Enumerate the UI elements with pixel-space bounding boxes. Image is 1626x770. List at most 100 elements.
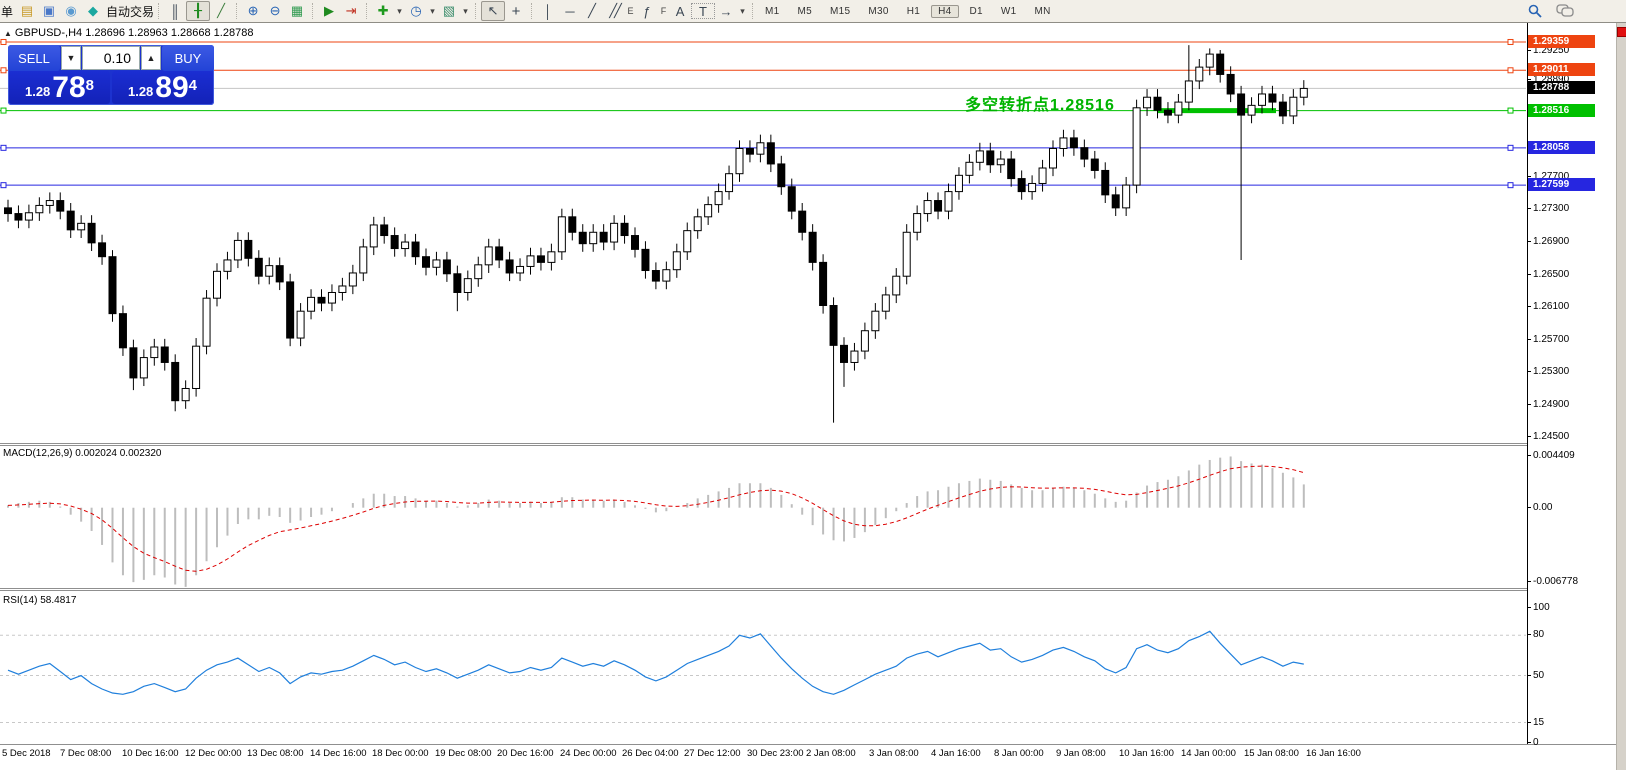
separator xyxy=(312,3,314,19)
pane-divider[interactable] xyxy=(0,443,1616,444)
separator xyxy=(752,3,754,19)
timeframe-w1[interactable]: W1 xyxy=(994,5,1024,18)
time-label: 10 Jan 16:00 xyxy=(1119,748,1174,759)
templates-icon[interactable]: ▧ xyxy=(438,2,460,20)
channel-sub-label: E xyxy=(625,2,636,20)
buy-price-sup: 4 xyxy=(189,71,197,101)
zoom-in-icon[interactable]: ⊕ xyxy=(242,2,264,20)
chart-title: ▲GBPUSD-,H4 1.28696 1.28963 1.28668 1.28… xyxy=(4,27,253,39)
time-label: 14 Jan 00:00 xyxy=(1181,748,1236,759)
time-label: 5 Dec 2018 xyxy=(2,748,51,759)
arrows-icon[interactable]: → xyxy=(715,2,737,20)
buy-button[interactable]: BUY xyxy=(162,45,214,71)
fibonacci-icon[interactable]: ƒ xyxy=(636,2,658,20)
line-chart-icon[interactable]: ╱ xyxy=(210,2,232,20)
auto-scroll-icon[interactable]: ▶ xyxy=(318,2,340,20)
sell-button[interactable]: SELL xyxy=(8,45,60,71)
volume-down-button[interactable]: ▼ xyxy=(61,46,81,70)
channel-icon[interactable]: ╱╱ xyxy=(603,2,625,20)
time-label: 15 Jan 08:00 xyxy=(1244,748,1299,759)
timeframe-h1[interactable]: H1 xyxy=(900,5,927,18)
separator xyxy=(531,3,533,19)
time-label: 19 Dec 08:00 xyxy=(435,748,492,759)
auto-trading-icon[interactable]: ◆ xyxy=(82,2,104,20)
timeframe-m1[interactable]: M1 xyxy=(758,5,787,18)
menu-fragment[interactable]: 单 xyxy=(0,3,16,20)
bar-chart-icon[interactable]: ║ xyxy=(164,2,186,20)
pane-divider[interactable] xyxy=(0,588,1616,589)
add-indicator-dropdown-icon[interactable]: ▾ xyxy=(394,2,405,20)
price-tick: 1.26500 xyxy=(1533,269,1569,280)
horizontal-line-icon[interactable]: ─ xyxy=(559,2,581,20)
rsi-label: RSI(14) 58.4817 xyxy=(3,595,76,606)
price-axis[interactable]: 1.292501.288901.277001.273001.269001.265… xyxy=(1527,23,1617,744)
templates-dropdown-icon[interactable]: ▾ xyxy=(460,2,471,20)
toolbar: 单 ▤ ▣ ◉ ◆ 自动交易 ║ ╂ ╱ ⊕ ⊖ ▦ ▶ ⇥ ✚ ▾ ◷ ▾ ▧… xyxy=(0,0,1626,23)
text-icon[interactable]: A xyxy=(669,2,691,20)
macd-pane[interactable] xyxy=(0,446,1526,588)
chat-icon[interactable] xyxy=(1556,4,1574,18)
sell-price-prefix: 1.28 xyxy=(25,82,50,102)
macd-label: MACD(12,26,9) 0.002024 0.002320 xyxy=(3,448,161,459)
zoom-out-icon[interactable]: ⊖ xyxy=(264,2,286,20)
new-order-icon[interactable]: ▤ xyxy=(16,2,38,20)
rsi-tick: 80 xyxy=(1533,629,1544,640)
vertical-line-icon[interactable]: │ xyxy=(537,2,559,20)
level-price-label: 1.27599 xyxy=(1528,178,1595,191)
price-tick: 1.24900 xyxy=(1533,399,1569,410)
periods-dropdown-icon[interactable]: ▾ xyxy=(427,2,438,20)
search-icon[interactable] xyxy=(1528,4,1542,18)
time-label: 12 Dec 00:00 xyxy=(185,748,242,759)
macd-tick: 0.00 xyxy=(1533,502,1552,513)
buy-price-display[interactable]: 1.28 89 4 xyxy=(112,71,213,104)
time-axis[interactable]: 5 Dec 20187 Dec 08:0010 Dec 16:0012 Dec … xyxy=(0,745,1616,770)
price-tick: 1.25300 xyxy=(1533,366,1569,377)
timeframe-m15[interactable]: M15 xyxy=(823,5,857,18)
rsi-tick: 15 xyxy=(1533,717,1544,728)
main-chart-pane[interactable]: 多空转折点1.28516 xyxy=(0,24,1526,443)
red-indicator xyxy=(1617,27,1626,37)
sell-price-display[interactable]: 1.28 78 8 xyxy=(9,71,110,104)
signals-icon[interactable]: ◉ xyxy=(60,2,82,20)
level-price-label: 1.28058 xyxy=(1528,141,1595,154)
macd-tick: 0.004409 xyxy=(1533,450,1575,461)
timeframe-m5[interactable]: M5 xyxy=(791,5,820,18)
tile-windows-icon[interactable]: ▦ xyxy=(286,2,308,20)
crosshair-icon[interactable]: + xyxy=(505,2,527,20)
candlestick-chart-icon[interactable]: ╂ xyxy=(186,1,210,21)
sell-price-big: 78 xyxy=(52,74,85,102)
rsi-tick: 100 xyxy=(1533,602,1550,613)
auto-trading-button[interactable]: 自动交易 xyxy=(106,3,154,20)
periods-icon[interactable]: ◷ xyxy=(405,2,427,20)
level-price-label: 1.29359 xyxy=(1528,35,1595,48)
chart-window-icon[interactable]: ▣ xyxy=(38,2,60,20)
turning-point-annotation[interactable]: 多空转折点1.28516 xyxy=(965,95,1115,114)
one-click-trading-panel: SELL ▼ 0.10 ▲ BUY 1.28 78 8 1.28 89 4 xyxy=(8,45,214,105)
rsi-pane[interactable] xyxy=(0,591,1526,744)
volume-up-button[interactable]: ▲ xyxy=(141,46,161,70)
timeframe-mn[interactable]: MN xyxy=(1028,5,1058,18)
buy-price-prefix: 1.28 xyxy=(128,82,153,102)
level-price-label: 1.28516 xyxy=(1528,104,1595,117)
trendline-icon[interactable]: ╱ xyxy=(581,2,603,20)
time-label: 26 Dec 04:00 xyxy=(622,748,679,759)
time-label: 16 Jan 16:00 xyxy=(1306,748,1361,759)
chart-shift-icon[interactable]: ⇥ xyxy=(340,2,362,20)
time-label: 4 Jan 16:00 xyxy=(931,748,981,759)
time-label: 8 Jan 00:00 xyxy=(994,748,1044,759)
add-indicator-icon[interactable]: ✚ xyxy=(372,2,394,20)
timeframe-h4[interactable]: H4 xyxy=(931,5,958,18)
time-label: 20 Dec 16:00 xyxy=(497,748,554,759)
macd-histogram xyxy=(8,456,1304,586)
current-price-label: 1.28788 xyxy=(1528,81,1595,94)
time-label: 27 Dec 12:00 xyxy=(684,748,741,759)
cursor-icon[interactable]: ↖ xyxy=(481,1,505,21)
arrows-dropdown-icon[interactable]: ▾ xyxy=(737,2,748,20)
volume-input[interactable]: 0.10 xyxy=(82,46,140,70)
timeframe-d1[interactable]: D1 xyxy=(963,5,990,18)
time-label: 10 Dec 16:00 xyxy=(122,748,179,759)
time-label: 30 Dec 23:00 xyxy=(747,748,804,759)
timeframe-m30[interactable]: M30 xyxy=(861,5,895,18)
collapse-arrow-icon[interactable]: ▲ xyxy=(4,29,12,38)
text-label-icon[interactable]: T xyxy=(691,3,715,19)
